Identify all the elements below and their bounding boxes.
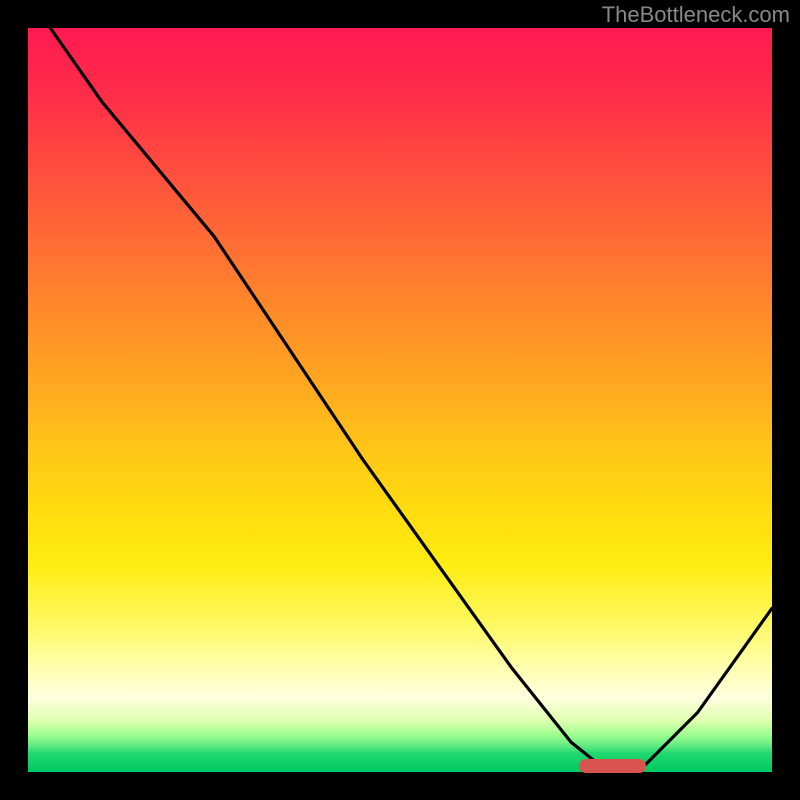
optimal-range-marker xyxy=(579,759,646,773)
plot-gradient-background xyxy=(28,28,772,772)
chart-frame xyxy=(28,28,772,772)
watermark-text: TheBottleneck.com xyxy=(602,2,790,28)
